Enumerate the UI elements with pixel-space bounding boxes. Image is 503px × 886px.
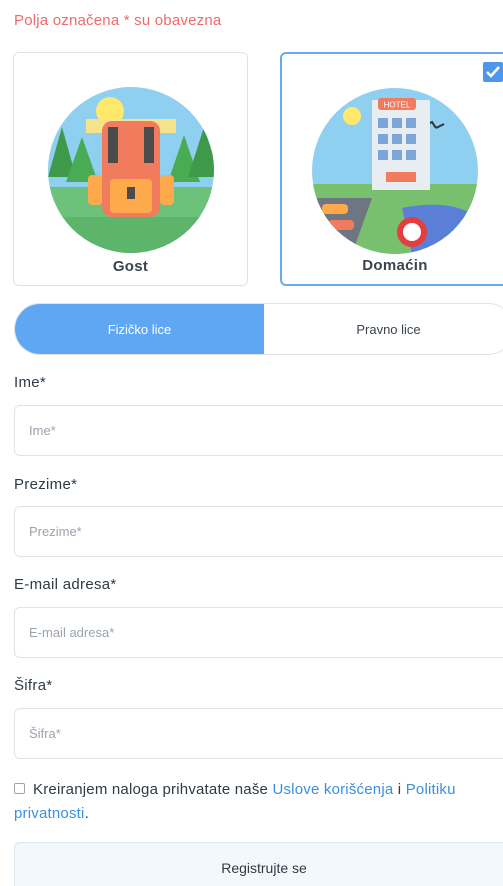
host-label: Domaćin bbox=[362, 257, 428, 274]
email-input[interactable] bbox=[14, 607, 503, 658]
hotel-sign-text: HOTEL bbox=[384, 101, 411, 110]
backpack-illustration bbox=[47, 87, 214, 253]
terms-prefix: Kreiranjem naloga prihvatate naše bbox=[33, 781, 269, 798]
last-name-input[interactable] bbox=[14, 506, 503, 557]
toggle-legal-entity[interactable]: Pravno lice bbox=[264, 304, 503, 354]
email-label: E-mail adresa* bbox=[14, 576, 117, 593]
last-name-label: Prezime* bbox=[14, 476, 78, 493]
guest-label: Gost bbox=[112, 258, 149, 275]
terms-suffix: . bbox=[84, 805, 89, 822]
toggle-natural-person[interactable]: Fizičko lice bbox=[15, 304, 264, 354]
first-name-label: Ime* bbox=[14, 374, 47, 391]
terms-joiner: i bbox=[397, 781, 402, 798]
register-button[interactable]: Registrujte se bbox=[14, 842, 503, 886]
password-input[interactable] bbox=[14, 708, 503, 759]
user-type-card-guest[interactable]: Gost bbox=[13, 52, 248, 286]
entity-type-toggle: Fizičko lice Pravno lice bbox=[14, 303, 503, 355]
terms-agreement: Kreiranjem naloga prihvatate naše Uslove… bbox=[14, 778, 494, 826]
user-type-card-host[interactable]: HOTEL Domaćin bbox=[280, 52, 503, 286]
required-fields-note: Polja označena * su obavezna bbox=[14, 12, 222, 29]
terms-of-use-link[interactable]: Uslove korišćenja bbox=[272, 781, 393, 798]
first-name-input[interactable] bbox=[14, 405, 503, 456]
checkmark-icon bbox=[483, 62, 503, 82]
hotel-illustration: HOTEL bbox=[312, 88, 478, 254]
password-label: Šifra* bbox=[14, 677, 53, 694]
terms-checkbox[interactable] bbox=[14, 783, 25, 794]
